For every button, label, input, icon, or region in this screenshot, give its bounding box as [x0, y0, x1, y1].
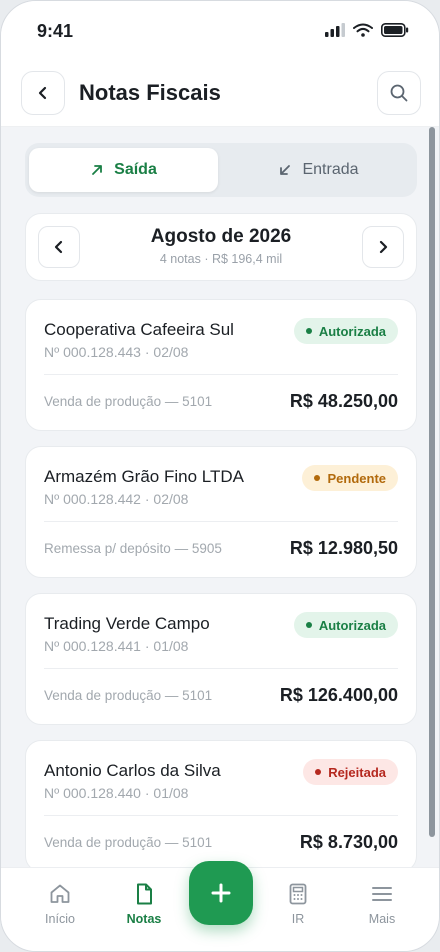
divider — [44, 815, 398, 816]
document-icon — [137, 883, 152, 905]
invoice-card[interactable]: Armazém Grão Fino LTDA Nº 000.128.442 · … — [25, 446, 417, 578]
status-label: Autorizada — [318, 323, 386, 339]
status-dot — [315, 769, 322, 775]
invoice-value: R$ 48.250,00 — [289, 391, 398, 411]
back-button[interactable] — [21, 71, 65, 115]
divider — [44, 374, 398, 375]
invoice-description: Venda de produção — 5101 — [44, 688, 213, 703]
search-icon — [390, 84, 408, 102]
status-dot — [305, 622, 312, 628]
status-label: Autorizada — [318, 617, 386, 633]
status-dot — [314, 475, 321, 481]
invoice-value: R$ 8.730,00 — [299, 832, 398, 852]
month-summary: 4 notas · R$ 196,4 mil — [159, 252, 283, 266]
invoice-recipient: Armazém Grão Fino LTDA — [44, 467, 244, 486]
invoice-description: Remessa p/ depósito — 5905 — [44, 541, 222, 556]
signal-icon — [325, 23, 345, 37]
direction-tabs: Saída Entrada — [25, 143, 417, 197]
invoice-number: Nº 000.128.443 · 02/08 — [44, 344, 189, 360]
chevron-left-icon — [38, 86, 47, 100]
tab-saida[interactable]: Saída — [29, 148, 218, 192]
nav-notas-label: Notas — [126, 912, 162, 926]
invoice-value: R$ 12.980,50 — [289, 538, 398, 558]
status-bar: 9:41 — [1, 1, 439, 57]
month-title: Agosto de 2026 — [150, 226, 292, 247]
invoice-description: Venda de produção — 5101 — [44, 394, 213, 409]
status-badge: Rejeitada — [303, 759, 398, 785]
content-area: Saída Entrada Agosto de 2026 4 notas · R… — [1, 127, 439, 867]
menu-icon — [372, 887, 392, 901]
invoice-card[interactable]: Cooperativa Cafeeira Sul Nº 000.128.443 … — [25, 299, 417, 431]
wifi-icon — [353, 23, 373, 37]
status-label: Pendente — [327, 470, 386, 486]
nav-inicio[interactable]: Início — [20, 882, 100, 926]
status-time: 9:41 — [37, 21, 74, 41]
invoice-recipient: Cooperativa Cafeeira Sul — [44, 320, 234, 339]
status-badge: Autorizada — [293, 612, 398, 638]
next-month-button[interactable] — [362, 226, 404, 268]
nav-ir[interactable]: IR — [258, 882, 338, 926]
nav-inicio-label: Início — [45, 912, 75, 926]
tab-entrada[interactable]: Entrada — [224, 148, 413, 192]
invoice-number: Nº 000.128.440 · 01/08 — [44, 785, 189, 801]
status-badge: Autorizada — [293, 318, 398, 344]
invoice-card[interactable]: Trading Verde Campo Nº 000.128.441 · 01/… — [25, 593, 417, 725]
search-button[interactable] — [377, 71, 421, 115]
month-selector: Agosto de 2026 4 notas · R$ 196,4 mil — [25, 213, 417, 281]
chevron-right-icon — [379, 240, 388, 254]
status-dot — [305, 328, 312, 334]
invoice-value: R$ 126.400,00 — [279, 685, 398, 705]
invoice-recipient: Antonio Carlos da Silva — [44, 761, 221, 780]
invoice-number: Nº 000.128.441 · 01/08 — [44, 638, 189, 654]
invoice-number: Nº 000.128.442 · 02/08 — [44, 491, 189, 507]
arrow-up-right-icon — [92, 165, 103, 175]
tab-entrada-label: Entrada — [302, 161, 359, 178]
status-icons — [325, 23, 409, 37]
nav-notas[interactable]: Notas — [104, 882, 184, 926]
arrow-down-left-icon — [280, 165, 291, 175]
battery-icon — [381, 23, 409, 37]
status-badge: Pendente — [302, 465, 398, 491]
calculator-icon — [289, 883, 307, 905]
nav-mais[interactable]: Mais — [342, 882, 422, 926]
app-header: Notas Fiscais — [1, 57, 439, 127]
status-label: Rejeitada — [328, 764, 386, 780]
plus-icon — [211, 883, 231, 903]
divider — [44, 668, 398, 669]
tab-saida-label: Saída — [114, 161, 157, 178]
add-invoice-button[interactable] — [189, 861, 253, 925]
divider — [44, 521, 398, 522]
nav-mais-label: Mais — [368, 912, 396, 926]
home-icon — [50, 884, 70, 903]
page-title: Notas Fiscais — [79, 80, 221, 105]
invoice-card[interactable]: Antonio Carlos da Silva Nº 000.128.440 ·… — [25, 740, 417, 867]
nav-ir-label: IR — [291, 912, 305, 926]
scrollbar[interactable] — [429, 127, 435, 837]
invoice-recipient: Trading Verde Campo — [44, 614, 210, 633]
phone-screen: 9:41 Notas Fiscais Saída Entrada Agosto … — [0, 0, 440, 952]
invoice-description: Venda de produção — 5101 — [44, 835, 213, 850]
